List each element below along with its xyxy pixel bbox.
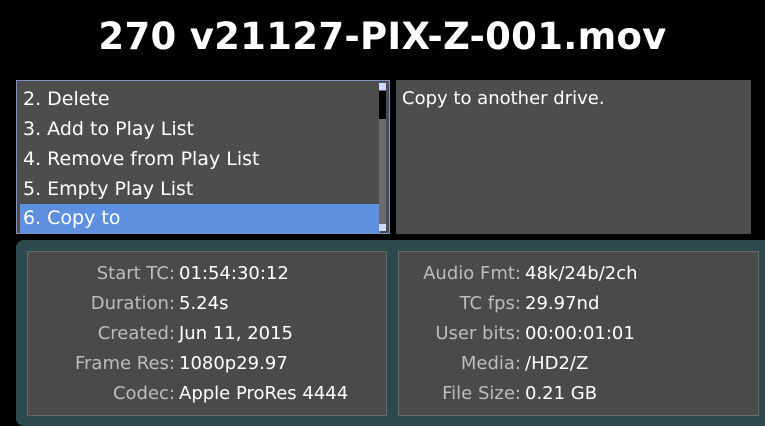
menu-scrollbar[interactable] <box>379 83 386 231</box>
info-value: 5.24s <box>179 293 229 314</box>
clip-title: 270 v21127-PIX-Z-001.mov <box>98 15 667 58</box>
info-value: 01:54:30:12 <box>179 263 289 284</box>
scroll-thumb[interactable] <box>379 91 386 119</box>
scroll-up-arrow-icon[interactable] <box>379 83 386 90</box>
scroll-down-arrow-icon[interactable] <box>379 224 386 231</box>
info-row-created: Created: Jun 11, 2015 <box>28 319 386 349</box>
menu-item-remove-from-play-list[interactable]: 4. Remove from Play List <box>20 145 380 174</box>
info-label: Codec: <box>112 383 175 404</box>
info-label: Duration: <box>90 293 175 314</box>
clip-info-right-panel: Audio Fmt: 48k/24b/2ch TC fps: 29.97nd U… <box>398 251 759 416</box>
info-row-audio-fmt: Audio Fmt: 48k/24b/2ch <box>399 259 758 289</box>
description-text: Copy to another drive. <box>402 88 605 109</box>
menu-item-copy-to[interactable]: 6. Copy to <box>20 204 380 233</box>
info-value: 29.97nd <box>525 293 600 314</box>
menu-item-empty-play-list[interactable]: 5. Empty Play List <box>20 175 380 204</box>
info-row-tc-fps: TC fps: 29.97nd <box>399 289 758 319</box>
info-label: Media: <box>460 353 521 374</box>
info-label: Created: <box>97 323 175 344</box>
info-value: 00:00:01:01 <box>525 323 635 344</box>
info-value: Apple ProRes 4444 <box>179 383 349 404</box>
info-value: /HD2/Z <box>525 353 589 374</box>
info-row-media: Media: /HD2/Z <box>399 349 758 379</box>
action-menu-list[interactable]: 2. Delete 3. Add to Play List 4. Remove … <box>16 80 390 234</box>
info-label: Start TC: <box>96 263 175 284</box>
info-value: Jun 11, 2015 <box>179 323 294 344</box>
info-row-duration: Duration: 5.24s <box>28 289 386 319</box>
info-row-start-tc: Start TC: 01:54:30:12 <box>28 259 386 289</box>
menu-item-delete[interactable]: 2. Delete <box>20 85 380 114</box>
description-panel: Copy to another drive. <box>396 80 751 234</box>
clip-info-frame: Start TC: 01:54:30:12 Duration: 5.24s Cr… <box>16 240 765 426</box>
info-row-frame-res: Frame Res: 1080p29.97 <box>28 349 386 379</box>
clip-info-left-panel: Start TC: 01:54:30:12 Duration: 5.24s Cr… <box>27 251 387 416</box>
info-label: File Size: <box>442 383 521 404</box>
info-value: 1080p29.97 <box>179 353 288 374</box>
info-label: Frame Res: <box>74 353 175 374</box>
info-label: Audio Fmt: <box>423 263 521 284</box>
info-label: User bits: <box>435 323 521 344</box>
info-value: 0.21 GB <box>525 383 598 404</box>
info-row-file-size: File Size: 0.21 GB <box>399 379 758 409</box>
menu-item-add-to-play-list[interactable]: 3. Add to Play List <box>20 115 380 144</box>
info-row-user-bits: User bits: 00:00:01:01 <box>399 319 758 349</box>
info-label: TC fps: <box>459 293 521 314</box>
info-value: 48k/24b/2ch <box>525 263 638 284</box>
info-row-codec: Codec: Apple ProRes 4444 <box>28 379 386 409</box>
